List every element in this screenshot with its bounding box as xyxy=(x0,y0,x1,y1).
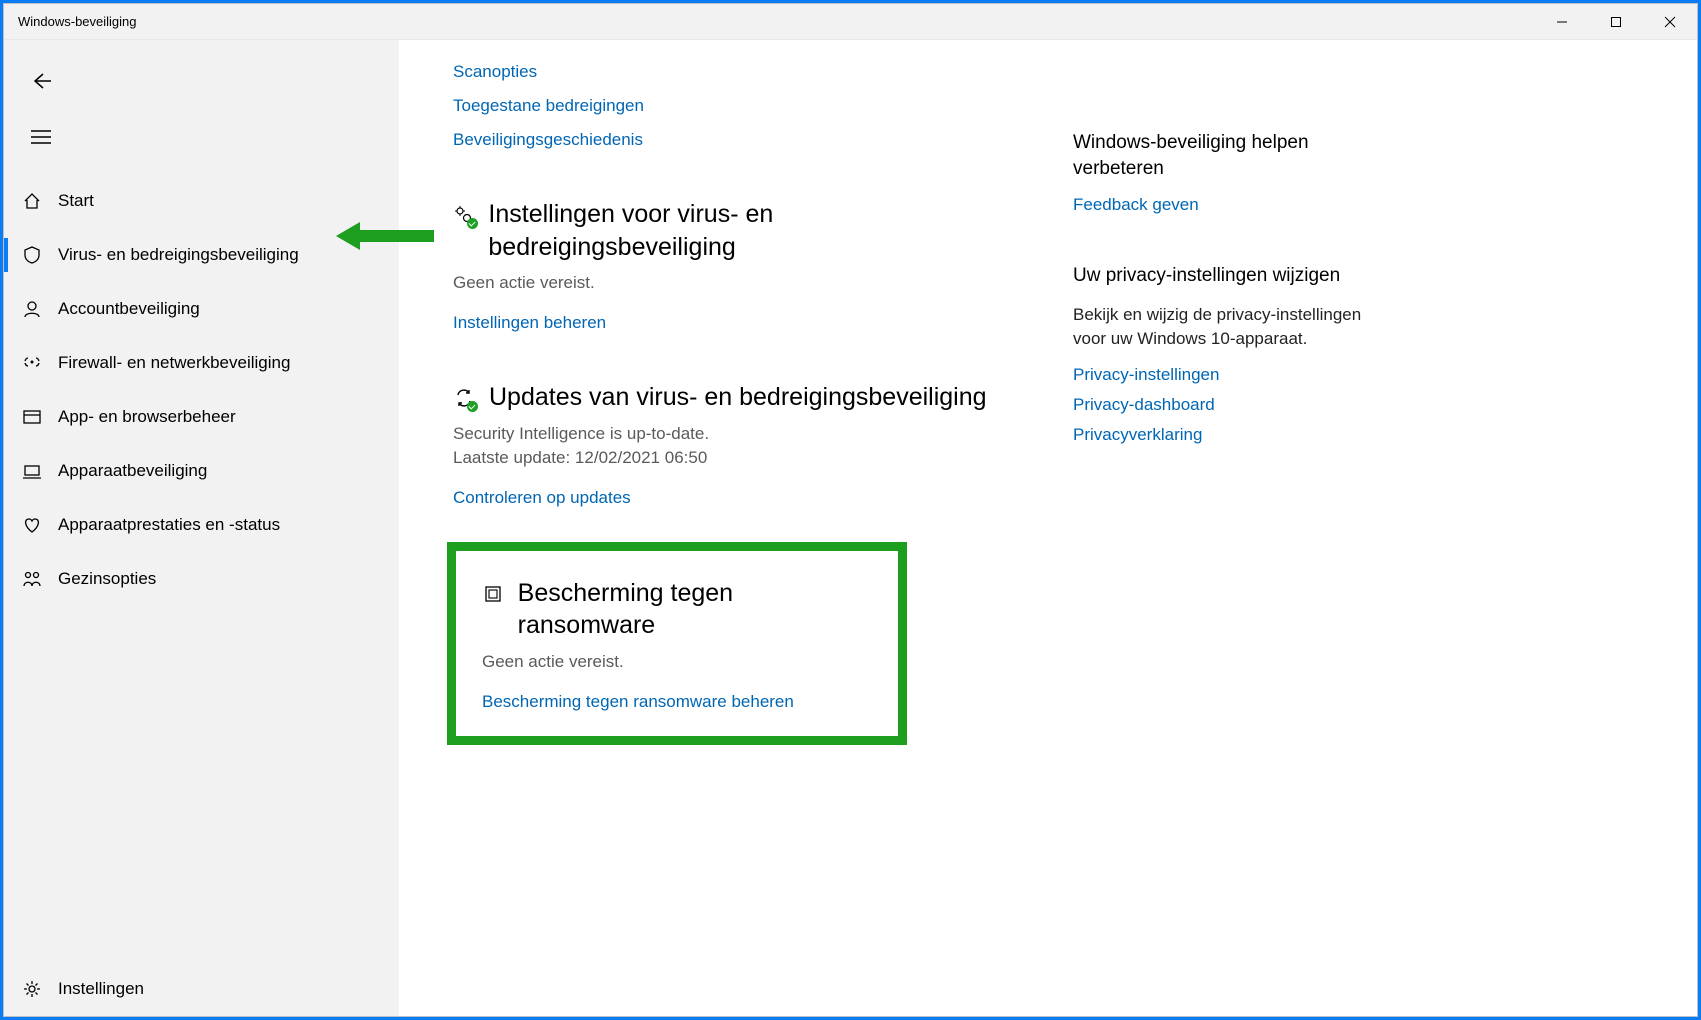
sidebar-nav: Start Virus- en bedreigingsbeveiliging A… xyxy=(4,174,399,962)
sidebar-item-label: Apparaatbeveiliging xyxy=(58,461,207,481)
improve-title: Windows-beveiliging helpen verbeteren xyxy=(1073,130,1373,181)
sidebar-item-firewall[interactable]: Firewall- en netwerkbeveiliging xyxy=(4,336,399,390)
allowed-threats-link[interactable]: Toegestane bedreigingen xyxy=(453,96,1013,116)
sidebar-item-family[interactable]: Gezinsopties xyxy=(4,552,399,606)
privacy-settings-link[interactable]: Privacy-instellingen xyxy=(1073,365,1373,385)
sidebar-item-label: App- en browserbeheer xyxy=(58,407,236,427)
window-title: Windows-beveiliging xyxy=(4,14,137,29)
titlebar: Windows-beveiliging xyxy=(4,4,1697,40)
updates-desc2: Laatste update: 12/02/2021 06:50 xyxy=(453,448,1013,468)
sidebar-item-label: Apparaatprestaties en -status xyxy=(58,515,280,535)
ransomware-title: Bescherming tegen ransomware xyxy=(518,577,872,642)
family-icon xyxy=(22,569,58,589)
sidebar-item-health[interactable]: Apparaatprestaties en -status xyxy=(4,498,399,552)
person-icon xyxy=(22,299,58,319)
updates-section: Updates van virus- en bedreigingsbeveili… xyxy=(453,381,1013,508)
sidebar-item-account[interactable]: Accountbeveiliging xyxy=(4,282,399,336)
privacy-statement-link[interactable]: Privacyverklaring xyxy=(1073,425,1373,445)
updates-desc1: Security Intelligence is up-to-date. xyxy=(453,424,1013,444)
device-icon xyxy=(22,461,58,481)
shield-icon xyxy=(22,245,58,265)
scan-options-link[interactable]: Scanopties xyxy=(453,62,1013,82)
sidebar-item-label: Instellingen xyxy=(58,979,144,999)
sidebar-item-settings[interactable]: Instellingen xyxy=(4,962,399,1016)
back-button[interactable] xyxy=(18,58,64,104)
close-button[interactable] xyxy=(1643,4,1697,39)
privacy-dashboard-link[interactable]: Privacy-dashboard xyxy=(1073,395,1373,415)
ransomware-highlight: Bescherming tegen ransomware Geen actie … xyxy=(447,542,907,745)
sidebar-item-device[interactable]: Apparaatbeveiliging xyxy=(4,444,399,498)
sidebar-item-virus[interactable]: Virus- en bedreigingsbeveiliging xyxy=(4,228,399,282)
right-column: Windows-beveiliging helpen verbeteren Fe… xyxy=(1073,62,1373,1016)
app-window: Windows-beveiliging xyxy=(3,3,1698,1017)
top-links: Scanopties Toegestane bedreigingen Bevei… xyxy=(453,62,1013,150)
improve-section: Windows-beveiliging helpen verbeteren Fe… xyxy=(1073,130,1373,215)
settings-desc: Geen actie vereist. xyxy=(453,273,1013,293)
maximize-button[interactable] xyxy=(1589,4,1643,39)
sidebar-item-label: Virus- en bedreigingsbeveiliging xyxy=(58,245,299,265)
sidebar-item-label: Firewall- en netwerkbeveiliging xyxy=(58,353,290,373)
manage-settings-link[interactable]: Instellingen beheren xyxy=(453,313,1013,333)
settings-title: Instellingen voor virus- en bedreigingsb… xyxy=(488,198,1013,263)
heart-icon xyxy=(22,515,58,535)
sidebar-item-start[interactable]: Start xyxy=(4,174,399,228)
gear-check-icon xyxy=(453,204,474,226)
sidebar-item-app-browser[interactable]: App- en browserbeheer xyxy=(4,390,399,444)
ransomware-icon xyxy=(482,583,504,605)
minimize-button[interactable] xyxy=(1535,4,1589,39)
sidebar: Start Virus- en bedreigingsbeveiliging A… xyxy=(4,40,399,1016)
home-icon xyxy=(22,191,58,211)
ransomware-desc: Geen actie vereist. xyxy=(482,652,872,672)
privacy-text: Bekijk en wijzig de privacy-instellingen… xyxy=(1073,303,1373,351)
refresh-check-icon xyxy=(453,387,475,409)
settings-section: Instellingen voor virus- en bedreigingsb… xyxy=(453,198,1013,333)
privacy-section: Uw privacy-instellingen wijzigen Bekijk … xyxy=(1073,263,1373,444)
gear-icon xyxy=(22,979,58,999)
sidebar-item-label: Start xyxy=(58,191,94,211)
privacy-title: Uw privacy-instellingen wijzigen xyxy=(1073,263,1373,289)
network-icon xyxy=(22,353,58,373)
manage-ransomware-link[interactable]: Bescherming tegen ransomware beheren xyxy=(482,692,872,712)
updates-title: Updates van virus- en bedreigingsbeveili… xyxy=(489,381,987,414)
sidebar-item-label: Gezinsopties xyxy=(58,569,156,589)
sidebar-item-label: Accountbeveiliging xyxy=(58,299,200,319)
security-history-link[interactable]: Beveiligingsgeschiedenis xyxy=(453,130,1013,150)
main-content: Scanopties Toegestane bedreigingen Bevei… xyxy=(399,40,1697,1016)
app-browser-icon xyxy=(22,407,58,427)
feedback-link[interactable]: Feedback geven xyxy=(1073,195,1373,215)
hamburger-button[interactable] xyxy=(18,114,64,160)
check-updates-link[interactable]: Controleren op updates xyxy=(453,488,1013,508)
window-controls xyxy=(1535,4,1697,39)
